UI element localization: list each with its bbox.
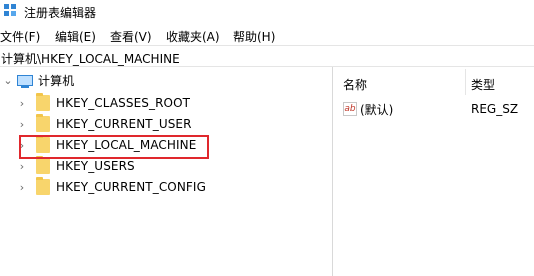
- computer-icon: [17, 74, 33, 88]
- value-name: (默认): [360, 102, 394, 117]
- registry-app-icon: [4, 4, 16, 16]
- value-type: REG_SZ: [471, 102, 519, 116]
- chevron-right-icon[interactable]: ›: [16, 160, 28, 173]
- folder-icon: [36, 114, 50, 132]
- menu-view[interactable]: 查看(V): [110, 28, 152, 45]
- menu-help[interactable]: 帮助(H): [233, 28, 275, 45]
- menu-edit[interactable]: 编辑(E): [55, 28, 96, 45]
- tree-item-label: HKEY_CURRENT_CONFIG: [56, 180, 206, 194]
- menu-bar: 文件(F) 编辑(E) 查看(V) 收藏夹(A) 帮助(H): [0, 25, 534, 45]
- tree-item-hkey-current-config[interactable]: › HKEY_CURRENT_CONFIG: [16, 177, 206, 197]
- chevron-right-icon[interactable]: ›: [16, 181, 28, 194]
- column-header-type[interactable]: 类型: [471, 76, 495, 93]
- chevron-right-icon[interactable]: ›: [16, 97, 28, 110]
- values-pane: 名称 类型 ab (默认) REG_SZ: [334, 67, 534, 276]
- highlight-annotation-box: [19, 135, 209, 159]
- column-header-name[interactable]: 名称: [343, 76, 367, 93]
- tree-item-hkey-users[interactable]: › HKEY_USERS: [16, 156, 135, 176]
- title-bar: 注册表编辑器: [0, 0, 534, 22]
- tree-item-label: HKEY_CURRENT_USER: [56, 117, 192, 131]
- address-bar[interactable]: 计算机\HKEY_LOCAL_MACHINE: [0, 45, 534, 67]
- tree-item-label: 计算机: [38, 73, 75, 88]
- folder-icon: [36, 156, 50, 174]
- value-row[interactable]: ab (默认): [343, 100, 393, 118]
- menu-favorites[interactable]: 收藏夹(A): [166, 28, 220, 45]
- tree-item-label: HKEY_CLASSES_ROOT: [56, 96, 191, 110]
- folder-icon: [36, 93, 50, 111]
- chevron-down-icon[interactable]: ⌄: [2, 74, 14, 87]
- folder-icon: [36, 177, 50, 195]
- chevron-right-icon[interactable]: ›: [16, 118, 28, 131]
- address-path[interactable]: 计算机\HKEY_LOCAL_MACHINE: [1, 50, 180, 67]
- menu-file[interactable]: 文件(F): [0, 28, 40, 45]
- tree-item-computer[interactable]: ⌄ 计算机: [2, 70, 74, 90]
- string-value-icon: ab: [343, 102, 357, 116]
- window-title: 注册表编辑器: [24, 6, 97, 20]
- tree-item-hkey-classes-root[interactable]: › HKEY_CLASSES_ROOT: [16, 93, 190, 113]
- tree-item-hkey-current-user[interactable]: › HKEY_CURRENT_USER: [16, 114, 192, 134]
- column-divider[interactable]: [465, 69, 466, 95]
- tree-pane: ⌄ 计算机 › HKEY_CLASSES_ROOT › HKEY_CURRENT…: [0, 67, 333, 276]
- tree-item-label: HKEY_USERS: [56, 159, 135, 173]
